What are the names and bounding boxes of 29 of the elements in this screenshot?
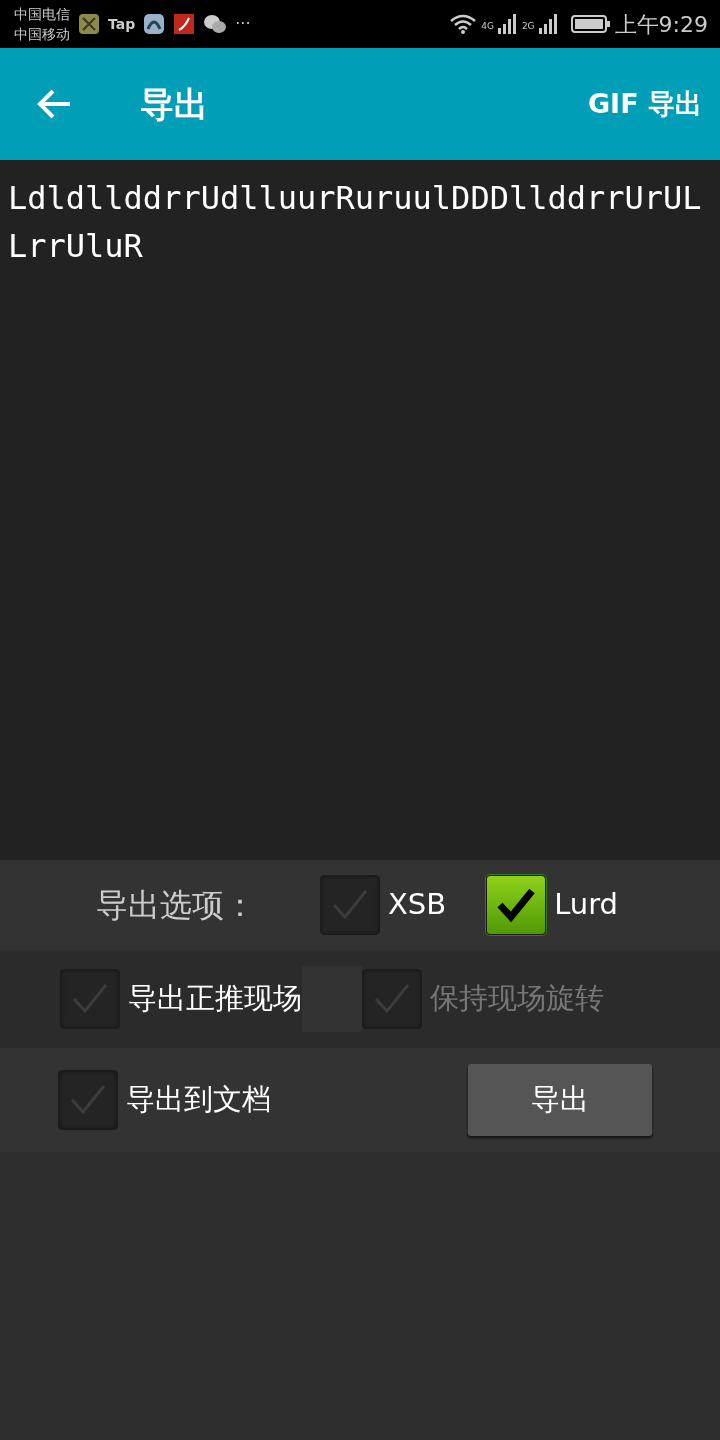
battery-icon (570, 14, 611, 34)
signal-icon (497, 14, 518, 34)
checkbox-label: XSB (388, 886, 447, 924)
chat-icon (203, 14, 228, 34)
checkbox-label: 导出到文档 (126, 1081, 271, 1119)
checkbox-label: 保持现场旋转 (430, 980, 604, 1018)
app-icon (143, 13, 166, 35)
clock: 上午9:29 (614, 10, 708, 39)
wifi-icon (449, 13, 478, 35)
signal-icon (538, 14, 559, 34)
checkbox[interactable] (58, 1070, 118, 1130)
export-text: LdldllddrrUdlluurRuruulDDDllddrrUrULLrrUluR (8, 179, 702, 265)
app-icon (78, 13, 100, 35)
page-title: 导出 (140, 82, 208, 126)
checkbox-label: Lurd (554, 886, 619, 924)
export-button[interactable]: 导出 (468, 1064, 652, 1136)
options-label: 导出选项： (96, 885, 257, 926)
app-label: Tap (108, 14, 136, 34)
back-icon[interactable] (36, 88, 72, 120)
network-label: 2G (521, 19, 535, 33)
carrier-name: 中国移动 (14, 25, 70, 44)
checkbox-label: 导出正推现场 (128, 980, 302, 1018)
checkbox[interactable] (320, 875, 380, 935)
carrier-name: 中国电信 (14, 5, 70, 24)
app-icon (173, 13, 196, 35)
checkbox[interactable] (486, 875, 547, 935)
more-indicator: ··· (235, 13, 251, 35)
checkbox[interactable] (60, 969, 120, 1029)
network-label: 4G (481, 19, 494, 33)
